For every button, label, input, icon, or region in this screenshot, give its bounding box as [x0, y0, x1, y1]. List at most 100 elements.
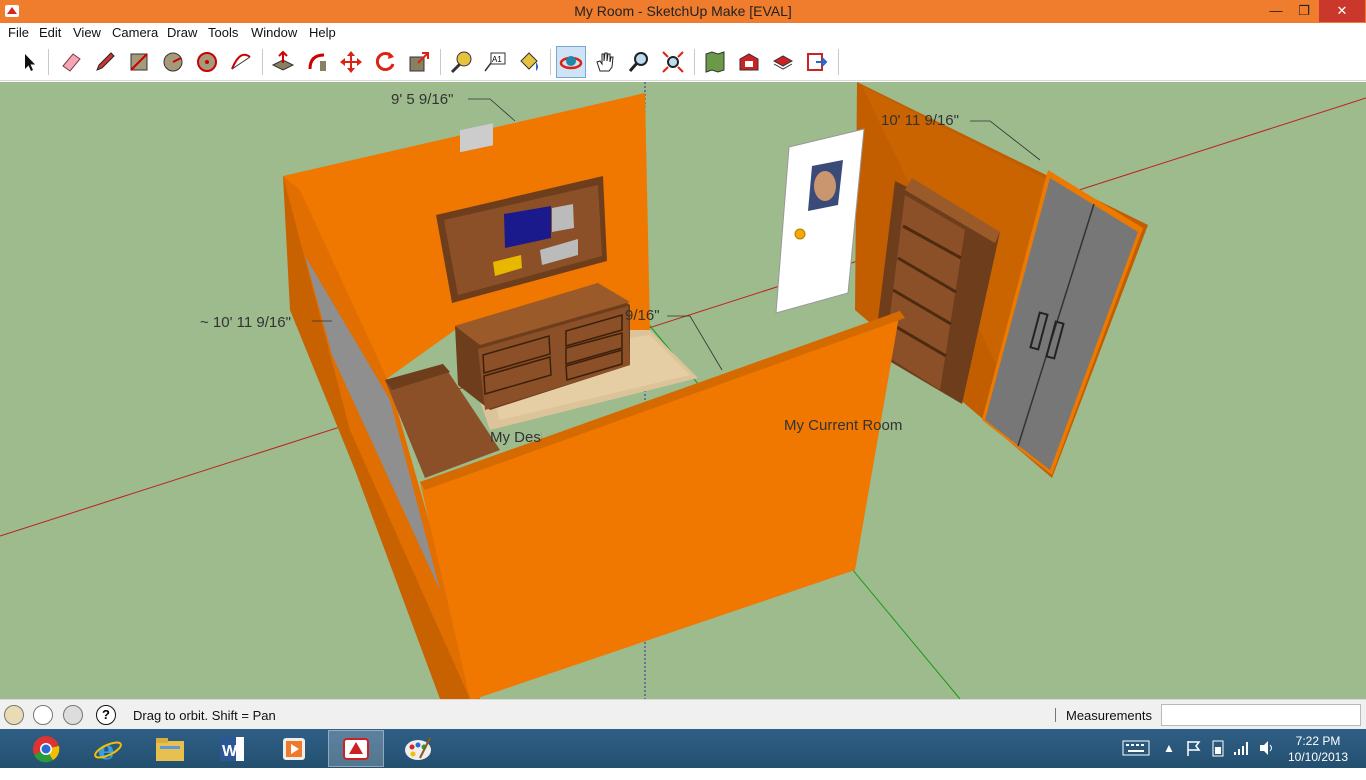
title-bar: My Room - SketchUp Make [EVAL] — ❐ ✕	[0, 0, 1366, 23]
hand-icon	[596, 52, 614, 72]
polygon-tool[interactable]	[192, 46, 222, 78]
sketchup-icon	[343, 737, 369, 760]
measurements-label: Measurements	[1066, 708, 1152, 723]
system-clock[interactable]: 7:22 PM 10/10/2013	[1283, 733, 1353, 765]
power-battery-icon[interactable]	[1210, 739, 1226, 778]
chrome-icon	[33, 735, 60, 762]
menu-edit[interactable]: Edit	[39, 25, 61, 40]
select-tool[interactable]	[14, 46, 44, 78]
toolbar-separator	[440, 49, 441, 75]
folder-icon	[156, 737, 184, 761]
move-tool[interactable]	[336, 46, 366, 78]
zoom-extents-tool[interactable]	[658, 46, 688, 78]
pan-tool[interactable]	[590, 46, 620, 78]
paint-bucket-tool[interactable]	[514, 46, 544, 78]
room-scene[interactable]	[0, 82, 1366, 699]
show-hidden-icons-chevron[interactable]: ▲	[1163, 741, 1175, 780]
keyboard-icon[interactable]	[1122, 740, 1150, 779]
line-tool[interactable]	[90, 46, 120, 78]
rectangle-tool[interactable]	[124, 46, 154, 78]
arc-icon	[231, 53, 251, 70]
rotate-tool[interactable]	[370, 46, 400, 78]
menu-camera[interactable]: Camera	[112, 25, 158, 40]
menu-file[interactable]: File	[8, 25, 29, 40]
magnifier-icon	[628, 52, 648, 72]
status-message: Drag to orbit. Shift = Pan	[133, 708, 276, 723]
share-component-tool[interactable]	[768, 46, 798, 78]
svg-text:A1: A1	[492, 55, 502, 64]
orbit-icon	[559, 56, 583, 70]
room-label: My Current Room	[784, 417, 903, 434]
tape-measure-icon	[450, 51, 472, 74]
push-pull-icon	[271, 50, 295, 71]
window-title: My Room - SketchUp Make [EVAL]	[574, 3, 792, 19]
svg-text:e: e	[98, 736, 115, 764]
maximize-button[interactable]: ❐	[1290, 0, 1318, 22]
menu-view[interactable]: View	[73, 25, 101, 40]
volume-speaker-icon[interactable]	[1258, 740, 1276, 779]
follow-me-tool[interactable]	[302, 46, 332, 78]
circle-tool[interactable]	[158, 46, 188, 78]
toolbar-separator	[262, 49, 263, 75]
zoom-extents-icon	[662, 51, 684, 73]
wifi-signal-icon[interactable]	[1233, 740, 1251, 779]
component-upload-icon	[772, 55, 794, 70]
toolbar-separator	[838, 49, 839, 75]
toolbar-separator	[694, 49, 695, 75]
eraser-tool[interactable]	[56, 46, 86, 78]
model-viewport[interactable]: 9' 5 9/16" 10' 11 9/16" ~ 10' 11 9/16" 9…	[0, 82, 1366, 699]
status-divider	[1055, 708, 1056, 722]
action-center-flag-icon[interactable]	[1186, 739, 1202, 778]
credits-icon[interactable]	[33, 705, 53, 725]
menu-draw[interactable]: Draw	[167, 25, 197, 40]
dimension-label-width: 9' 5 9/16"	[391, 91, 454, 108]
share-model-tool[interactable]	[734, 46, 764, 78]
taskbar-internet-explorer[interactable]: e	[80, 730, 136, 767]
taskbar-file-explorer[interactable]	[142, 730, 198, 767]
clock-time: 7:22 PM	[1295, 734, 1341, 748]
menu-bar: File Edit View Camera Draw Tools Window …	[0, 23, 1366, 43]
scale-tool[interactable]	[404, 46, 434, 78]
taskbar-chrome[interactable]	[18, 730, 74, 767]
menu-help[interactable]: Help	[309, 25, 336, 40]
arrow-cursor-icon	[25, 54, 35, 71]
word-icon: W	[220, 736, 244, 761]
taskbar-sketchup[interactable]	[328, 730, 384, 767]
send-to-layout-tool[interactable]	[802, 46, 832, 78]
eraser-icon	[62, 53, 81, 72]
menu-window[interactable]: Window	[251, 25, 297, 40]
paint-palette-icon	[405, 737, 431, 760]
close-button[interactable]: ✕	[1319, 0, 1365, 22]
follow-me-icon	[308, 53, 326, 71]
taskbar-paint[interactable]	[390, 730, 446, 767]
scale-icon	[409, 52, 429, 72]
get-models-tool[interactable]	[700, 46, 730, 78]
orbit-tool[interactable]	[556, 46, 586, 78]
menu-tools[interactable]: Tools	[208, 25, 238, 40]
toolbar-separator	[550, 49, 551, 75]
taskbar-word[interactable]: W	[204, 730, 260, 767]
dimension-label-length: 10' 11 9/16"	[881, 112, 959, 129]
arc-tool[interactable]	[226, 46, 256, 78]
push-pull-tool[interactable]	[268, 46, 298, 78]
zoom-tool[interactable]	[624, 46, 654, 78]
internet-explorer-icon: e	[94, 736, 122, 764]
warehouse-icon	[739, 53, 759, 71]
minimize-button[interactable]: —	[1262, 0, 1290, 22]
tape-measure-tool[interactable]	[446, 46, 476, 78]
pinned-note	[552, 204, 574, 232]
rectangle-icon	[130, 53, 148, 71]
instructor-help-icon[interactable]: ?	[96, 705, 116, 725]
geo-location-icon[interactable]	[4, 705, 24, 725]
text-tool[interactable]: A1	[480, 46, 510, 78]
desk-label: My Desk	[490, 429, 542, 446]
taskbar-media-player[interactable]	[266, 730, 322, 767]
pencil-icon	[96, 52, 115, 71]
dimension-label-depth: ~ 10' 11 9/16"	[200, 314, 291, 331]
map-icon	[705, 51, 725, 73]
paint-bucket-icon	[520, 52, 538, 71]
user-icon[interactable]	[63, 705, 83, 725]
toolbar-separator	[48, 49, 49, 75]
measurements-input[interactable]	[1161, 704, 1361, 726]
text-label-icon: A1	[484, 52, 506, 72]
